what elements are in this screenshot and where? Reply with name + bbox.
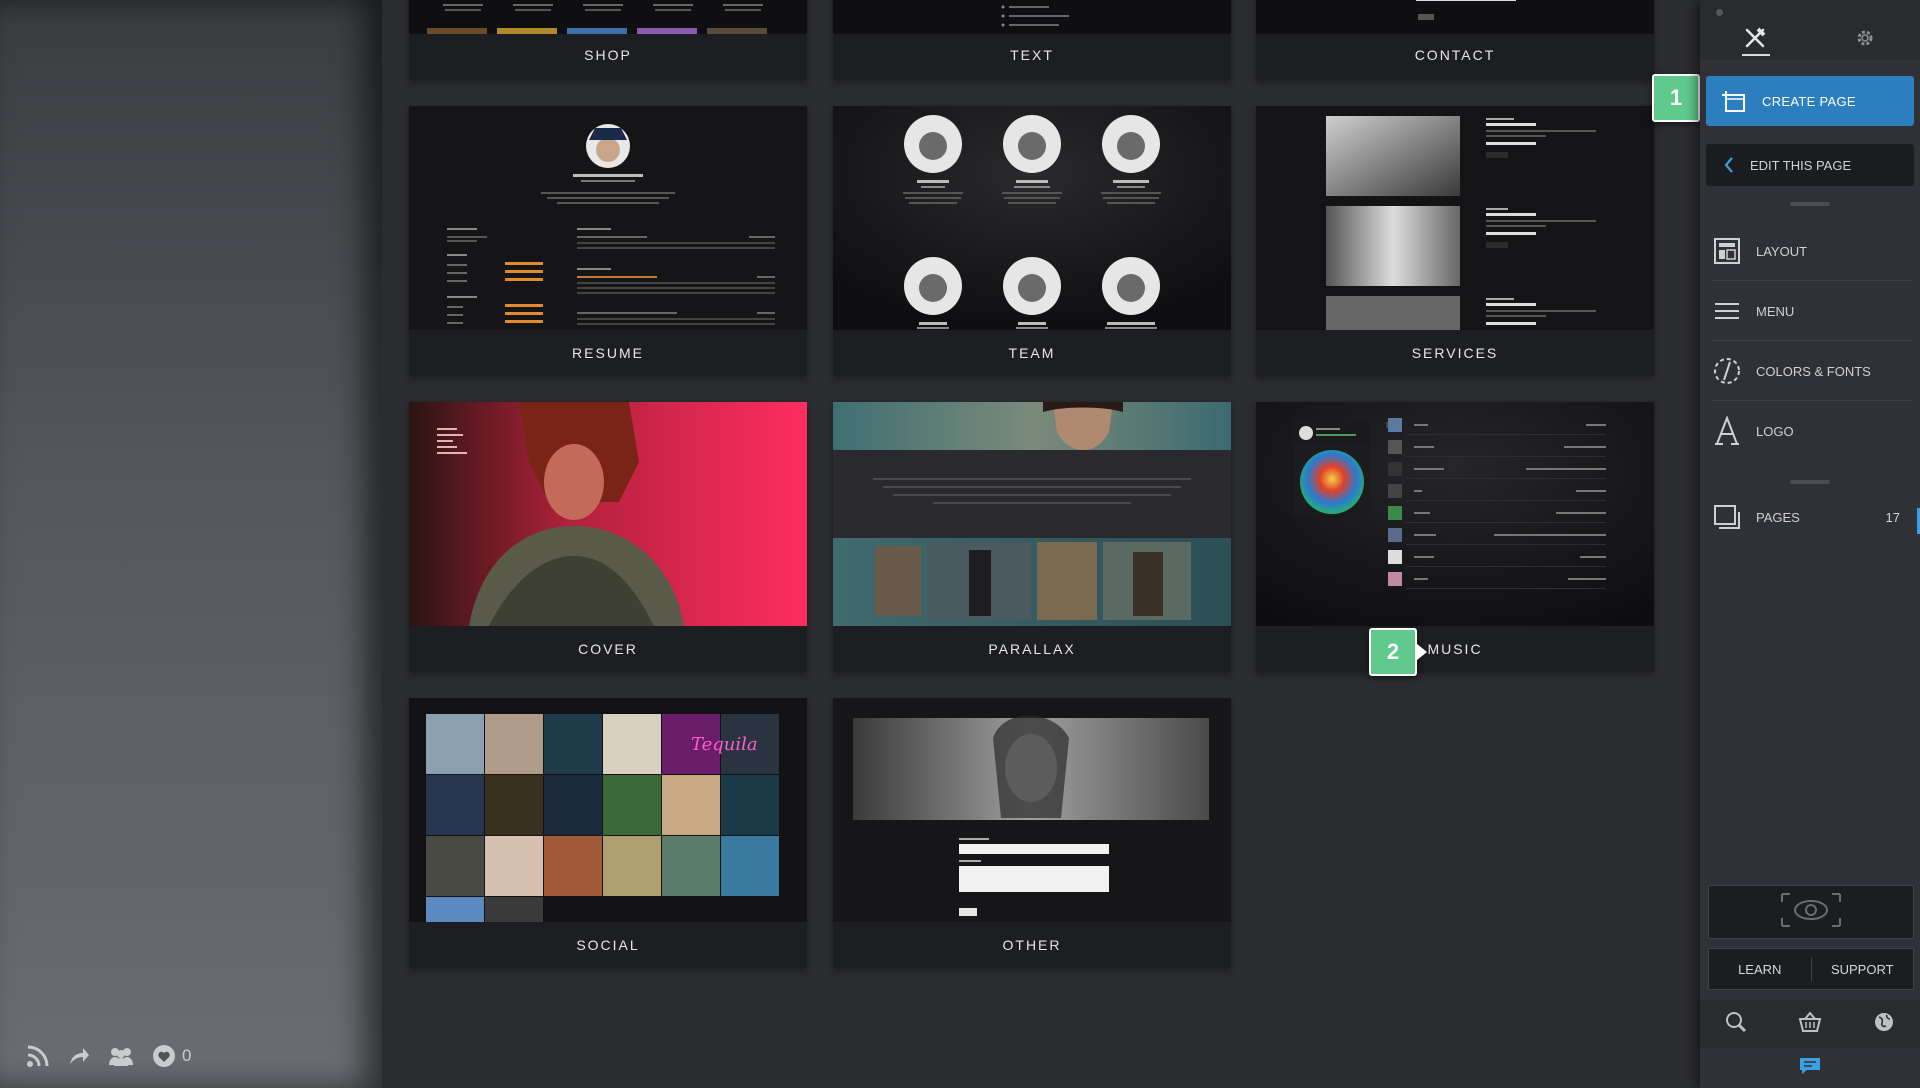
pages-count: 17 (1885, 509, 1900, 525)
card-label: SHOP (584, 47, 632, 63)
page-template-grid: SHOP TEXT CONTACT RESUME TEAM SERVICES C… (382, 0, 1700, 1088)
sidebar-tabs (1700, 0, 1920, 60)
tab-tools[interactable] (1700, 22, 1810, 58)
sidebar-item-logo[interactable]: LOGO (1712, 402, 1912, 460)
sidebar-item-label: LAYOUT (1756, 243, 1808, 259)
colors-fonts-icon (1712, 356, 1742, 386)
pages-icon (1712, 502, 1742, 532)
card-label: MUSIC (1427, 641, 1483, 657)
svg-text:Tequila: Tequila (691, 734, 758, 755)
card-label: SOCIAL (576, 937, 640, 953)
template-card-parallax[interactable]: PARALLAX (833, 402, 1231, 672)
sidebar-item-colors-fonts[interactable]: COLORS & FONTS (1712, 342, 1912, 401)
left-pane: 0 (0, 0, 382, 1088)
heart-icon (152, 1044, 176, 1068)
sidebar-item-pages[interactable]: PAGES 17 (1712, 488, 1912, 546)
create-page-button[interactable]: CREATE PAGE (1706, 76, 1914, 126)
section-handle[interactable] (1790, 480, 1830, 484)
search-icon[interactable] (1725, 1011, 1747, 1038)
sidebar-item-layout[interactable]: LAYOUT (1712, 222, 1912, 281)
chat-button[interactable] (1700, 1048, 1920, 1088)
card-label: PARALLAX (988, 641, 1076, 657)
contact-thumbnail (1256, 0, 1654, 34)
other-thumbnail (833, 698, 1231, 922)
template-card-services[interactable]: SERVICES (1256, 106, 1654, 376)
card-label: TEAM (1008, 345, 1056, 361)
preview-button[interactable] (1708, 885, 1914, 939)
edit-this-page-label: EDIT THIS PAGE (1750, 157, 1852, 173)
card-label: RESUME (572, 345, 644, 361)
template-card-team[interactable]: TEAM (833, 106, 1231, 376)
card-label: COVER (578, 641, 638, 657)
sidebar-bottom-toolbar (1700, 1000, 1920, 1048)
globe-icon[interactable] (1873, 1011, 1895, 1038)
logo-icon (1712, 416, 1742, 446)
sidebar-item-label: LOGO (1756, 423, 1794, 439)
team-thumbnail (833, 106, 1231, 330)
callout-badge-1: 1 (1652, 74, 1710, 122)
window-dot (1716, 9, 1723, 16)
sidebar-item-label: PAGES (1756, 509, 1800, 525)
resume-thumbnail (409, 106, 807, 330)
social-thumbnail: Tequila (409, 698, 807, 922)
services-thumbnail (1256, 106, 1654, 330)
parallax-thumbnail (833, 402, 1231, 626)
create-page-label: CREATE PAGE (1762, 93, 1856, 109)
chat-icon (1798, 1056, 1822, 1081)
likes[interactable]: 0 (152, 1044, 191, 1068)
section-handle[interactable] (1790, 202, 1830, 206)
eye-icon (1780, 892, 1842, 933)
card-label: OTHER (1002, 937, 1062, 953)
template-card-music[interactable]: MUSIC (1256, 402, 1654, 672)
template-card-resume[interactable]: RESUME (409, 106, 807, 376)
template-card-text[interactable]: TEXT (833, 0, 1231, 80)
layout-icon (1712, 236, 1742, 266)
template-card-contact[interactable]: CONTACT (1256, 0, 1654, 80)
basket-icon[interactable] (1798, 1010, 1822, 1038)
people-icon[interactable] (108, 1046, 134, 1066)
learn-support-bar: LEARN SUPPORT (1708, 948, 1914, 990)
sidebar-item-label: COLORS & FONTS (1756, 363, 1871, 379)
create-page-icon (1720, 89, 1748, 113)
social-bar: 0 (26, 1044, 191, 1068)
editor-sidebar: CREATE PAGE EDIT THIS PAGE LAYOUT MENU C… (1700, 0, 1920, 1088)
text-thumbnail (833, 0, 1231, 34)
shop-thumbnail (409, 0, 807, 34)
music-thumbnail (1256, 402, 1654, 626)
learn-button[interactable]: LEARN (1709, 949, 1811, 989)
likes-count: 0 (182, 1046, 192, 1065)
rss-icon[interactable] (26, 1044, 50, 1068)
template-card-shop[interactable]: SHOP (409, 0, 807, 80)
tab-settings[interactable] (1810, 22, 1920, 58)
cover-thumbnail (409, 402, 807, 626)
template-card-other[interactable]: OTHER (833, 698, 1231, 968)
tools-icon (1744, 27, 1766, 54)
card-label: TEXT (1010, 47, 1054, 63)
callout-badge-2: 2 (1369, 628, 1427, 676)
menu-lines-icon (1712, 296, 1742, 326)
sidebar-item-label: MENU (1756, 303, 1795, 319)
template-card-social[interactable]: Tequila SOCIAL (409, 698, 807, 968)
support-button[interactable]: SUPPORT (1812, 949, 1914, 989)
template-card-cover[interactable]: COVER (409, 402, 807, 672)
card-label: CONTACT (1414, 47, 1496, 63)
edit-this-page-button[interactable]: EDIT THIS PAGE (1706, 144, 1914, 186)
sidebar-item-menu[interactable]: MENU (1712, 282, 1912, 341)
card-label: SERVICES (1411, 345, 1499, 361)
chevron-left-icon (1724, 156, 1734, 174)
gear-icon (1855, 28, 1875, 53)
share-icon[interactable] (68, 1046, 90, 1066)
